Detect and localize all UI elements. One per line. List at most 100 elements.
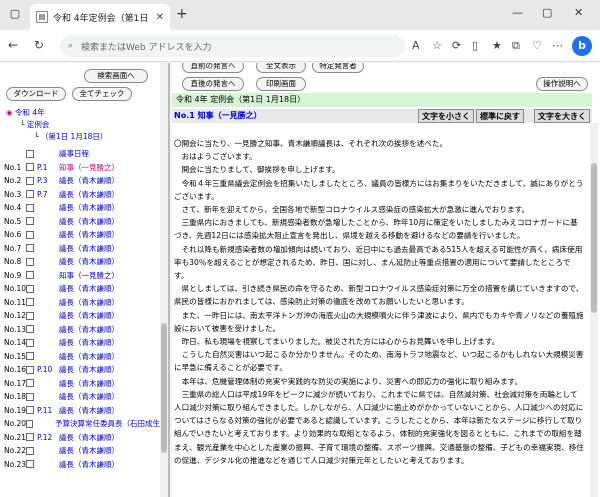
row-checkbox[interactable] (26, 352, 34, 361)
row-checkbox[interactable] (26, 406, 34, 415)
row-checkbox[interactable] (26, 190, 34, 199)
row-checkbox[interactable] (26, 446, 34, 455)
row-speaker-link[interactable]: 予算決算常任委員長（石田成生 (55, 418, 160, 429)
back-icon[interactable]: ← (8, 38, 18, 52)
collections-icon[interactable]: ⧉ (512, 39, 520, 53)
close-window-icon[interactable]: ✕ (574, 6, 583, 19)
row-page-link[interactable]: P.10 (37, 365, 59, 374)
refresh-page-icon[interactable]: ⟳ (452, 39, 461, 52)
row-page-link[interactable]: P.7 (37, 190, 59, 199)
bing-copilot-icon[interactable]: b (572, 36, 592, 56)
row-number: No.15 (4, 351, 26, 361)
row-page-link[interactable]: P.12 (37, 433, 59, 442)
print-screen-button[interactable]: 印刷画面 (256, 77, 306, 91)
row-number: No.11 (4, 297, 26, 307)
left-scroll-thumb[interactable] (161, 323, 167, 453)
show-all-button[interactable]: 全文表示 (256, 63, 306, 73)
left-scrollbar[interactable] (160, 63, 168, 497)
row-speaker-link[interactable]: 議長（青木謙順） (59, 378, 119, 389)
browser-tab[interactable]: ▤ 令和 4年定例会（第1日 1月18日） ✕ (30, 4, 170, 30)
speaker-row: No.9 知事（一見勝之） (4, 269, 160, 283)
agenda-link[interactable]: 議事日程 (59, 148, 89, 159)
tree-session[interactable]: 定例会 (27, 120, 50, 129)
check-all-button[interactable]: 全てチェック (72, 87, 132, 101)
row-checkbox[interactable] (26, 338, 34, 347)
download-button[interactable]: ダウンロード (6, 87, 66, 101)
font-standard-button[interactable]: 標準に戻す (476, 109, 524, 123)
row-speaker-link[interactable]: 議長（青木謙順） (59, 175, 119, 186)
row-checkbox[interactable] (26, 217, 34, 226)
row-speaker-link[interactable]: 議長（青木謙順） (59, 229, 119, 240)
refresh-icon[interactable]: ↻ (34, 38, 44, 52)
row-speaker-link[interactable]: 議長（青木謙順） (59, 297, 119, 308)
row-number: No.23 (4, 459, 26, 469)
close-tab-icon[interactable]: ✕ (156, 12, 164, 23)
tree-day[interactable]: （第1日 1月18日） (41, 132, 107, 141)
address-bar[interactable]: ⌕ 検索またはWeb アドレスを入力 (60, 35, 405, 57)
speaker-row: No.23 議長（青木謙順） (4, 458, 160, 472)
row-checkbox[interactable] (26, 311, 34, 320)
favorites-icon[interactable]: ★ (492, 39, 502, 52)
row-speaker-link[interactable]: 議長（青木謙順） (59, 337, 119, 348)
search-screen-button[interactable]: 検索画面へ (84, 69, 148, 83)
right-scroll-thumb[interactable] (591, 163, 597, 313)
row-checkbox[interactable] (26, 460, 34, 469)
row-speaker-link[interactable]: 知事（一見勝之） (59, 270, 119, 281)
row-speaker-link[interactable]: 議長（青木謙順） (59, 256, 119, 267)
row-speaker-link[interactable]: 議長（青木謙順） (59, 405, 119, 416)
window-menu-icon[interactable]: ▢ (8, 7, 22, 21)
row-speaker-link[interactable]: 議長（青木謙順） (59, 243, 119, 254)
agenda-checkbox[interactable] (26, 149, 34, 158)
session-tree: ◉ 令和 4年 └ 定例会 └ （第1日 1月18日） (6, 107, 107, 143)
minimize-icon[interactable]: — (512, 6, 523, 19)
row-page-link[interactable]: P.3 (37, 176, 59, 185)
row-speaker-link[interactable]: 知事（一見勝之） (59, 162, 119, 173)
row-checkbox[interactable] (26, 419, 34, 428)
row-checkbox[interactable] (26, 298, 34, 307)
row-speaker-link[interactable]: 議長（青木謙順） (59, 445, 119, 456)
row-speaker-link[interactable]: 議長（青木謙順） (59, 459, 119, 470)
row-speaker-link[interactable]: 議長（青木謙順） (59, 310, 119, 321)
row-page-link[interactable]: P.1 (37, 163, 59, 172)
row-checkbox[interactable] (26, 433, 34, 442)
row-number: No.20 (4, 419, 26, 429)
row-checkbox[interactable] (26, 244, 34, 253)
row-speaker-link[interactable]: 議長（青木謙順） (59, 283, 119, 294)
row-checkbox[interactable] (26, 203, 34, 212)
row-speaker-link[interactable]: 議長（青木謙順） (59, 432, 119, 443)
row-checkbox[interactable] (26, 230, 34, 239)
row-checkbox[interactable] (26, 365, 34, 374)
split-screen-icon[interactable]: ▯ (472, 39, 478, 52)
row-checkbox[interactable] (26, 379, 34, 388)
row-speaker-link[interactable]: 議長（青木謙順） (59, 202, 119, 213)
maximize-icon[interactable]: ▢ (542, 6, 552, 19)
favorite-star-icon[interactable]: ☆ (432, 39, 442, 52)
new-tab-icon[interactable]: + (176, 7, 188, 21)
row-speaker-link[interactable]: 議長（青木謙順） (59, 216, 119, 227)
row-checkbox[interactable] (26, 284, 34, 293)
row-speaker-link[interactable]: 議長（青木謙順） (59, 391, 119, 402)
row-speaker-link[interactable]: 議長（青木謙順） (59, 189, 119, 200)
row-checkbox[interactable] (26, 271, 34, 280)
row-checkbox[interactable] (26, 163, 34, 172)
font-larger-button[interactable]: 文字を大きく (534, 109, 590, 123)
next-speaker-button[interactable]: 直後の発言へ (182, 77, 244, 91)
specific-speaker-button[interactable]: 特定発言者 (312, 63, 364, 73)
row-speaker-link[interactable]: 議長（青木謙順） (59, 351, 119, 362)
row-number: No.22 (4, 446, 26, 456)
right-scrollbar[interactable] (590, 123, 598, 497)
more-menu-icon[interactable]: ⋯ (552, 39, 563, 52)
row-checkbox[interactable] (26, 392, 34, 401)
row-checkbox[interactable] (26, 325, 34, 334)
row-speaker-link[interactable]: 議長（青木謙順） (59, 364, 119, 375)
health-icon[interactable]: ♡ (532, 39, 542, 52)
row-page-link[interactable]: P.11 (37, 406, 59, 415)
tree-year[interactable]: 令和 4年 (15, 108, 45, 117)
row-checkbox[interactable] (26, 176, 34, 185)
prev-speaker-button[interactable]: 直前の発言へ (182, 63, 244, 73)
row-speaker-link[interactable]: 議長（青木謙順） (59, 324, 119, 335)
font-smaller-button[interactable]: 文字を小さく (418, 109, 474, 123)
row-checkbox[interactable] (26, 257, 34, 266)
help-button[interactable]: 操作説明へ (536, 77, 588, 91)
read-aloud-icon[interactable]: A (412, 39, 420, 52)
